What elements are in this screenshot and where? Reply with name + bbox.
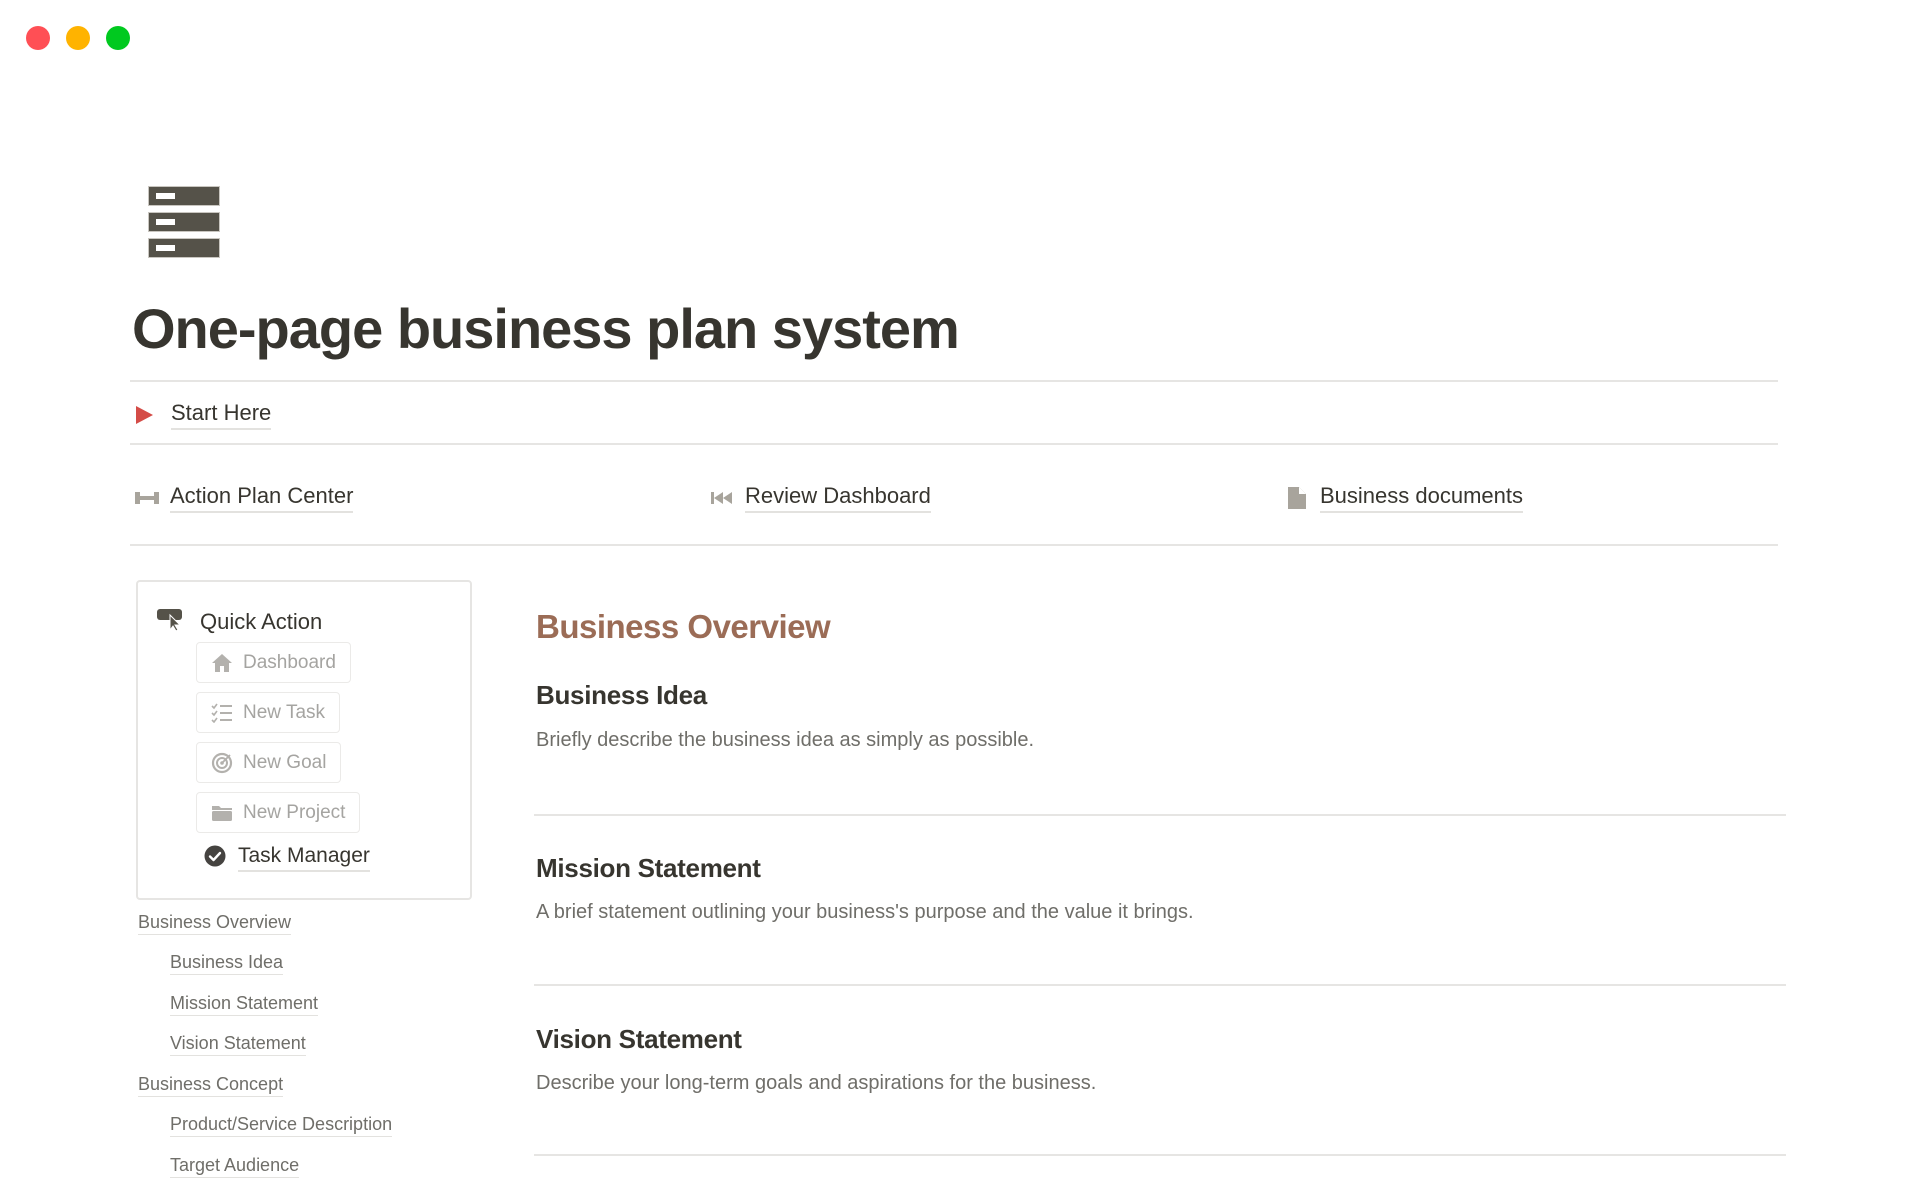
new-project-label: New Project bbox=[243, 801, 346, 823]
toc-item-target-audience[interactable]: Target Audience bbox=[170, 1155, 300, 1178]
divider bbox=[130, 544, 1778, 546]
target-icon bbox=[211, 752, 233, 774]
close-window-button[interactable] bbox=[26, 26, 50, 50]
minimize-window-button[interactable] bbox=[66, 26, 90, 50]
new-task-label: New Task bbox=[243, 701, 326, 723]
divider bbox=[534, 1154, 1786, 1156]
divider bbox=[534, 814, 1786, 816]
start-here-link[interactable]: Start Here bbox=[136, 400, 272, 430]
quick-action-title: Quick Action bbox=[200, 608, 323, 634]
pointer-click-icon bbox=[156, 607, 184, 636]
toc-item-mission-statement[interactable]: Mission Statement bbox=[170, 993, 319, 1016]
nav-link-business-documents[interactable]: Business documents bbox=[1284, 483, 1523, 513]
vision-statement-heading: Vision Statement bbox=[536, 1024, 742, 1054]
section-title: Business Overview bbox=[536, 608, 831, 645]
document-icon bbox=[1284, 487, 1310, 509]
nav-links: Action Plan Center Review Dashboard Busi… bbox=[134, 483, 1784, 523]
start-here-label[interactable]: Start Here bbox=[171, 400, 272, 430]
review-dashboard-label[interactable]: Review Dashboard bbox=[745, 483, 931, 513]
new-task-button[interactable]: New Task bbox=[196, 692, 341, 733]
folder-icon bbox=[211, 802, 233, 824]
business-idea-text[interactable]: Briefly describe the business idea as si… bbox=[536, 729, 1034, 752]
vision-statement-text[interactable]: Describe your long-term goals and aspira… bbox=[536, 1072, 1096, 1095]
toc-item-product-service-description[interactable]: Product/Service Description bbox=[170, 1114, 393, 1137]
mission-statement-text[interactable]: A brief statement outlining your busines… bbox=[536, 901, 1194, 924]
task-manager-link[interactable]: Task Manager bbox=[204, 844, 370, 872]
business-idea-heading: Business Idea bbox=[536, 680, 707, 710]
rewind-icon bbox=[709, 487, 735, 509]
dashboard-button[interactable]: Dashboard bbox=[196, 642, 351, 683]
checklist-icon bbox=[211, 702, 233, 724]
task-manager-label[interactable]: Task Manager bbox=[238, 844, 370, 872]
toc-item-business-idea[interactable]: Business Idea bbox=[170, 952, 284, 975]
new-project-button[interactable]: New Project bbox=[196, 792, 361, 833]
business-documents-label[interactable]: Business documents bbox=[1320, 483, 1523, 513]
divider bbox=[130, 380, 1778, 382]
toc-item-business-concept[interactable]: Business Concept bbox=[138, 1074, 284, 1097]
nav-link-review-dashboard[interactable]: Review Dashboard bbox=[709, 483, 931, 513]
quick-action-header: Quick Action bbox=[156, 607, 322, 636]
zoom-window-button[interactable] bbox=[106, 26, 130, 50]
nav-link-action-plan-center[interactable]: Action Plan Center bbox=[134, 483, 354, 513]
check-circle-icon bbox=[204, 845, 226, 872]
new-goal-label: New Goal bbox=[243, 751, 327, 773]
window-controls bbox=[26, 26, 130, 50]
divider bbox=[534, 984, 1786, 986]
database-stack-icon[interactable] bbox=[148, 186, 222, 260]
action-plan-center-label[interactable]: Action Plan Center bbox=[170, 483, 354, 513]
new-goal-button[interactable]: New Goal bbox=[196, 742, 342, 783]
play-triangle-icon bbox=[136, 406, 153, 424]
quick-action-panel: Quick Action Dashboard New Task New Goal… bbox=[136, 580, 472, 900]
toc-item-vision-statement[interactable]: Vision Statement bbox=[170, 1033, 306, 1056]
divider bbox=[130, 443, 1778, 445]
toc-item-business-overview[interactable]: Business Overview bbox=[138, 912, 292, 935]
mission-statement-heading: Mission Statement bbox=[536, 853, 761, 883]
home-icon bbox=[211, 652, 233, 674]
page-title: One-page business plan system bbox=[132, 297, 960, 360]
dashboard-label: Dashboard bbox=[243, 651, 336, 673]
dumbbell-icon bbox=[134, 487, 160, 509]
